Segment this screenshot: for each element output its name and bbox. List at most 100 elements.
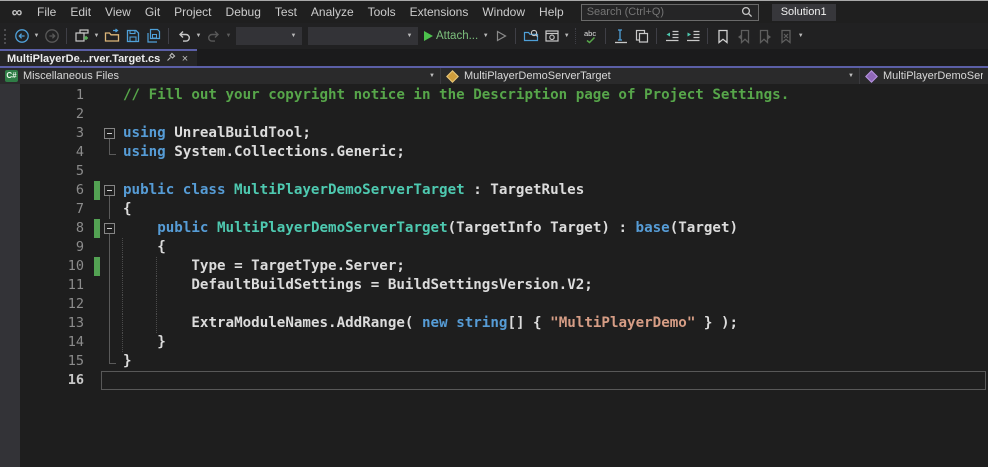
menu-item-help[interactable]: Help <box>532 1 571 23</box>
menu-item-window[interactable]: Window <box>475 1 532 23</box>
window-history-dropdown[interactable]: ▼ <box>562 33 571 39</box>
menu-items: FileEditViewGitProjectDebugTestAnalyzeTo… <box>30 1 571 23</box>
save-all-button[interactable] <box>143 25 164 47</box>
menu-item-analyze[interactable]: Analyze <box>304 1 361 23</box>
outlining-margin[interactable] <box>102 181 119 200</box>
indent-guide <box>122 238 123 257</box>
collapse-region-icon[interactable] <box>104 128 115 139</box>
code-line-9[interactable]: 9{ <box>0 238 988 257</box>
code-line-8[interactable]: 8public MultiPlayerDemoServerTarget(Targ… <box>0 219 988 238</box>
close-icon[interactable]: × <box>178 52 192 66</box>
change-tracking-bar <box>94 219 100 238</box>
tab-label: MultiPlayerDe...rver.Target.cs <box>7 53 164 65</box>
code-line-15[interactable]: 15} <box>0 352 988 371</box>
find-in-files-button[interactable] <box>520 25 541 47</box>
project-dropdown[interactable]: C# Miscellaneous Files ▼ <box>0 68 441 84</box>
code-line-10[interactable]: 10 Type = TargetType.Server; <box>0 257 988 276</box>
previous-bookmark-button[interactable] <box>733 25 754 47</box>
line-number: 13 <box>0 314 84 333</box>
code-text: // Fill out your copyright notice in the… <box>119 86 789 105</box>
token-keyword: using <box>123 144 166 160</box>
solution-platforms-dropdown[interactable]: ▼ <box>308 27 418 45</box>
clear-bookmarks-button[interactable] <box>775 25 796 47</box>
outlining-margin <box>102 105 119 124</box>
search-box[interactable] <box>581 4 759 21</box>
code-line-1[interactable]: 1// Fill out your copyright notice in th… <box>0 86 988 105</box>
code-text: Type = TargetType.Server; <box>119 257 405 276</box>
pin-icon[interactable] <box>164 52 178 66</box>
collapse-region-icon[interactable] <box>104 223 115 234</box>
increase-indent-button[interactable] <box>682 25 703 47</box>
code-line-5[interactable]: 5 <box>0 162 988 181</box>
toolbar-grip[interactable] <box>4 29 7 44</box>
line-number: 11 <box>0 276 84 295</box>
token-plain: System.Collections.Generic; <box>166 144 405 160</box>
navigate-back-button[interactable] <box>11 25 32 47</box>
code-line-2[interactable]: 2 <box>0 105 988 124</box>
menu-item-file[interactable]: File <box>30 1 63 23</box>
menu-item-debug[interactable]: Debug <box>219 1 268 23</box>
code-line-11[interactable]: 11DefaultBuildSettings = BuildSettingsVe… <box>0 276 988 295</box>
member-dropdown[interactable]: MultiPlayerDemoServerT <box>860 68 988 84</box>
code-line-16[interactable]: 16 <box>0 371 988 390</box>
next-bookmark-button[interactable] <box>754 25 775 47</box>
line-number: 5 <box>0 162 84 181</box>
attach-run-icon[interactable] <box>421 25 435 47</box>
decrease-indent-button[interactable] <box>661 25 682 47</box>
code-line-7[interactable]: 7{ <box>0 200 988 219</box>
change-tracking-slot <box>94 200 100 219</box>
code-line-4[interactable]: 4using System.Collections.Generic; <box>0 143 988 162</box>
menu-item-test[interactable]: Test <box>268 1 304 23</box>
menu-item-extensions[interactable]: Extensions <box>403 1 476 23</box>
menu-item-git[interactable]: Git <box>138 1 167 23</box>
redo-button[interactable] <box>203 25 224 47</box>
code-text: using System.Collections.Generic; <box>119 143 405 162</box>
menu-item-edit[interactable]: Edit <box>63 1 98 23</box>
token-plain: { <box>157 239 166 255</box>
new-project-button[interactable] <box>71 25 92 47</box>
code-line-14[interactable]: 14} <box>0 333 988 352</box>
menu-item-view[interactable]: View <box>98 1 138 23</box>
attach-button[interactable]: Attach... <box>436 30 478 42</box>
navigate-forward-button[interactable] <box>41 25 62 47</box>
solution-configurations-dropdown[interactable]: ▼ <box>236 27 302 45</box>
code-line-13[interactable]: 13ExtraModuleNames.AddRange( new string[… <box>0 314 988 333</box>
new-project-dropdown[interactable]: ▼ <box>92 33 101 39</box>
token-type: MultiPlayerDemoServerTarget <box>217 220 448 236</box>
line-number: 10 <box>0 257 84 276</box>
copy-structure-button[interactable] <box>631 25 652 47</box>
outlining-margin[interactable] <box>102 219 119 238</box>
change-tracking-slot <box>94 314 100 333</box>
code-text: public class MultiPlayerDemoServerTarget… <box>119 181 584 200</box>
code-line-6[interactable]: 6public class MultiPlayerDemoServerTarge… <box>0 181 988 200</box>
collapse-region-icon[interactable] <box>104 185 115 196</box>
code-line-12[interactable]: 12 <box>0 295 988 314</box>
attach-dropdown[interactable]: ▼ <box>481 33 490 39</box>
outlining-margin[interactable] <box>102 124 119 143</box>
toggle-bookmark-button[interactable] <box>712 25 733 47</box>
insert-caret-button[interactable] <box>610 25 631 47</box>
code-editor[interactable]: 1// Fill out your copyright notice in th… <box>0 84 988 467</box>
navigate-back-dropdown[interactable]: ▼ <box>32 33 41 39</box>
solution-badge[interactable]: Solution1 <box>772 4 836 21</box>
save-button[interactable] <box>122 25 143 47</box>
indent-guide <box>122 276 123 295</box>
menu-item-project[interactable]: Project <box>167 1 218 23</box>
window-history-button[interactable] <box>541 25 562 47</box>
search-icon <box>741 6 753 18</box>
undo-dropdown[interactable]: ▼ <box>194 33 203 39</box>
navigation-bar: C# Miscellaneous Files ▼ MultiPlayerDemo… <box>0 68 988 84</box>
bookmarks-dropdown[interactable]: ▼ <box>796 33 805 39</box>
type-dropdown[interactable]: MultiPlayerDemoServerTarget ▼ <box>441 68 860 84</box>
search-input[interactable] <box>587 6 741 18</box>
code-line-3[interactable]: 3using UnrealBuildTool; <box>0 124 988 143</box>
start-without-debugging-button[interactable] <box>490 25 511 47</box>
menu-item-tools[interactable]: Tools <box>361 1 403 23</box>
indent-guide <box>122 333 123 352</box>
redo-dropdown[interactable]: ▼ <box>224 33 233 39</box>
change-tracking-bar <box>94 257 100 276</box>
spellcheck-button[interactable]: abc <box>580 25 601 47</box>
undo-button[interactable] <box>173 25 194 47</box>
token-plain: (TargetInfo Target) : <box>448 220 636 236</box>
open-file-button[interactable] <box>101 25 122 47</box>
